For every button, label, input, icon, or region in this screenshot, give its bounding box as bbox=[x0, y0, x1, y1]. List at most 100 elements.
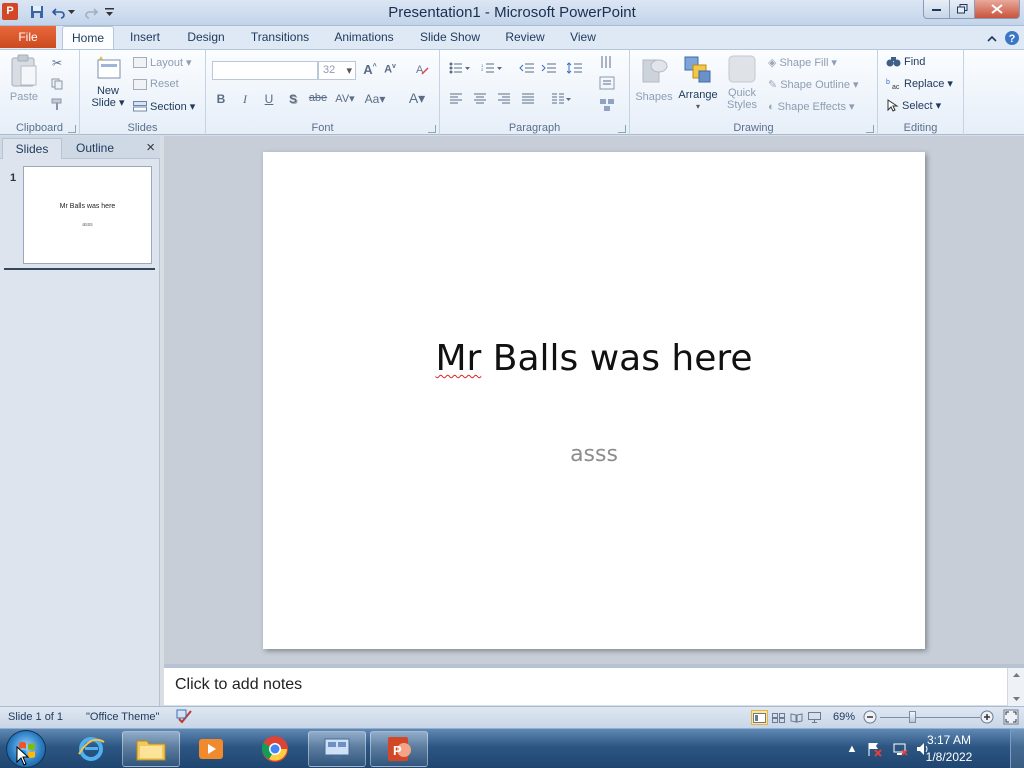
replace-button[interactable]: b ac Replace ▾ bbox=[886, 77, 953, 91]
action-center-flag-icon[interactable] bbox=[866, 741, 882, 757]
strikethrough-button[interactable]: abe bbox=[308, 92, 328, 104]
minimize-ribbon-icon[interactable] bbox=[984, 30, 1000, 46]
fit-slide-icon[interactable] bbox=[1003, 709, 1019, 728]
change-case-button[interactable]: Aa▾ bbox=[364, 92, 386, 106]
slide-editing-area: Mr Balls was here asss bbox=[164, 136, 1024, 664]
bullets-icon[interactable] bbox=[448, 62, 472, 77]
normal-view-icon[interactable] bbox=[751, 710, 768, 725]
network-icon[interactable] bbox=[892, 741, 908, 757]
new-slide-button[interactable]: New Slide ▾ bbox=[88, 54, 128, 109]
copy-icon[interactable] bbox=[50, 78, 64, 93]
shape-fill-button[interactable]: ◈ Shape Fill ▾ bbox=[768, 56, 837, 70]
show-desktop-button[interactable] bbox=[1010, 729, 1024, 768]
clock-date[interactable]: 1/8/2022 bbox=[919, 750, 979, 764]
file-explorer-taskbar-button[interactable] bbox=[122, 731, 180, 767]
select-button[interactable]: Select ▾ bbox=[886, 99, 941, 112]
slide-thumbnail[interactable]: Mr Balls was here asss bbox=[23, 166, 152, 264]
convert-to-smartart-icon[interactable] bbox=[596, 98, 618, 115]
font-size-input[interactable]: 32 ▾ bbox=[318, 61, 356, 80]
slide-show-view-icon[interactable] bbox=[806, 710, 823, 725]
font-launcher-icon[interactable] bbox=[428, 125, 436, 133]
internet-explorer-taskbar-button[interactable] bbox=[62, 731, 120, 767]
slide-title-placeholder[interactable]: Mr Balls was here bbox=[263, 338, 925, 379]
cut-icon[interactable]: ✂ bbox=[50, 56, 64, 70]
tab-review[interactable]: Review bbox=[500, 26, 550, 49]
theme-name[interactable]: "Office Theme" bbox=[86, 711, 159, 723]
tab-outline-pane[interactable]: Outline bbox=[64, 138, 126, 159]
close-pane-icon[interactable]: × bbox=[146, 139, 155, 156]
layout-button[interactable]: Layout ▾ bbox=[133, 56, 192, 69]
drawing-group: Shapes Arrange ▾ Quick Styles ◈ Shape Fi… bbox=[630, 50, 878, 136]
bold-button[interactable]: B bbox=[214, 92, 228, 106]
clear-formatting-icon[interactable]: A bbox=[414, 62, 430, 79]
remote-app-taskbar-button[interactable] bbox=[308, 731, 366, 767]
zoom-slider-thumb[interactable] bbox=[909, 711, 916, 723]
tab-animations[interactable]: Animations bbox=[328, 26, 400, 49]
spell-check-icon[interactable] bbox=[176, 709, 194, 727]
tab-home[interactable]: Home bbox=[62, 26, 114, 49]
shapes-label: Shapes bbox=[635, 91, 673, 103]
shrink-font-button[interactable]: Av bbox=[382, 63, 398, 76]
reading-view-icon[interactable] bbox=[788, 710, 805, 725]
tab-file[interactable]: File bbox=[0, 26, 56, 48]
paragraph-group: 12 Paragraph bbox=[440, 50, 630, 136]
tab-slides-pane[interactable]: Slides bbox=[2, 138, 62, 159]
shape-outline-button[interactable]: ✎ Shape Outline ▾ bbox=[768, 78, 858, 92]
paragraph-launcher-icon[interactable] bbox=[618, 125, 626, 133]
text-direction-icon[interactable] bbox=[596, 54, 618, 73]
decrease-indent-icon[interactable] bbox=[518, 62, 536, 77]
minimize-button[interactable] bbox=[923, 0, 950, 19]
help-icon[interactable]: ? bbox=[1004, 30, 1020, 46]
reset-button[interactable]: Reset bbox=[133, 78, 179, 90]
media-player-taskbar-button[interactable] bbox=[182, 731, 240, 767]
format-painter-icon[interactable] bbox=[50, 98, 64, 114]
powerpoint-taskbar-button[interactable]: P bbox=[370, 731, 428, 767]
align-text-icon[interactable] bbox=[596, 76, 618, 93]
drawing-launcher-icon[interactable] bbox=[866, 125, 874, 133]
underline-button[interactable]: U bbox=[262, 92, 276, 106]
tab-design[interactable]: Design bbox=[180, 26, 232, 49]
numbering-icon[interactable]: 12 bbox=[480, 62, 504, 77]
zoom-level[interactable]: 69% bbox=[833, 711, 855, 723]
shape-effects-button[interactable]: ◐ Shape Effects ▾ bbox=[768, 100, 854, 114]
notes-scrollbar[interactable] bbox=[1007, 668, 1024, 706]
notes-placeholder[interactable]: Click to add notes bbox=[175, 676, 302, 694]
zoom-out-icon[interactable] bbox=[863, 710, 877, 727]
section-button[interactable]: Section ▾ bbox=[133, 100, 195, 113]
character-spacing-button[interactable]: AV▾ bbox=[334, 92, 356, 105]
arrange-dropdown-icon: ▾ bbox=[695, 102, 700, 111]
find-button[interactable]: Find bbox=[886, 55, 925, 68]
slide-sorter-view-icon[interactable] bbox=[770, 710, 787, 725]
italic-button[interactable]: I bbox=[238, 92, 252, 107]
tab-slide-show[interactable]: Slide Show bbox=[414, 26, 486, 49]
arrange-button[interactable]: Arrange ▾ bbox=[676, 54, 720, 113]
show-hidden-icons-icon[interactable]: ▲ bbox=[844, 741, 860, 757]
increase-indent-icon[interactable] bbox=[540, 62, 558, 77]
clock-time[interactable]: 3:17 AM bbox=[919, 733, 979, 747]
tab-insert[interactable]: Insert bbox=[122, 26, 168, 49]
columns-icon[interactable] bbox=[550, 93, 572, 108]
font-name-input[interactable] bbox=[212, 61, 318, 80]
font-color-button[interactable]: A▾ bbox=[406, 90, 428, 107]
shadow-button[interactable]: S bbox=[286, 92, 300, 106]
chrome-taskbar-button[interactable] bbox=[246, 731, 304, 767]
close-button[interactable] bbox=[974, 0, 1020, 19]
justify-icon[interactable] bbox=[520, 93, 536, 108]
align-left-icon[interactable] bbox=[448, 93, 464, 108]
slide-canvas[interactable]: Mr Balls was here asss bbox=[263, 152, 925, 649]
notes-pane[interactable]: Click to add notes bbox=[164, 667, 1024, 706]
align-center-icon[interactable] bbox=[472, 93, 488, 108]
paste-button[interactable]: Paste bbox=[4, 54, 44, 103]
align-right-icon[interactable] bbox=[496, 93, 512, 108]
restore-button[interactable] bbox=[949, 0, 975, 19]
shapes-button[interactable]: Shapes bbox=[634, 54, 674, 103]
zoom-slider-track[interactable] bbox=[880, 717, 980, 718]
slide-subtitle-placeholder[interactable]: asss bbox=[263, 442, 925, 467]
tab-transitions[interactable]: Transitions bbox=[244, 26, 316, 49]
grow-font-button[interactable]: A^ bbox=[362, 62, 378, 77]
line-spacing-icon[interactable] bbox=[566, 62, 588, 77]
quick-styles-button[interactable]: Quick Styles bbox=[722, 54, 762, 111]
zoom-in-icon[interactable] bbox=[980, 710, 994, 727]
clipboard-launcher-icon[interactable] bbox=[68, 125, 76, 133]
tab-view[interactable]: View bbox=[562, 26, 604, 49]
